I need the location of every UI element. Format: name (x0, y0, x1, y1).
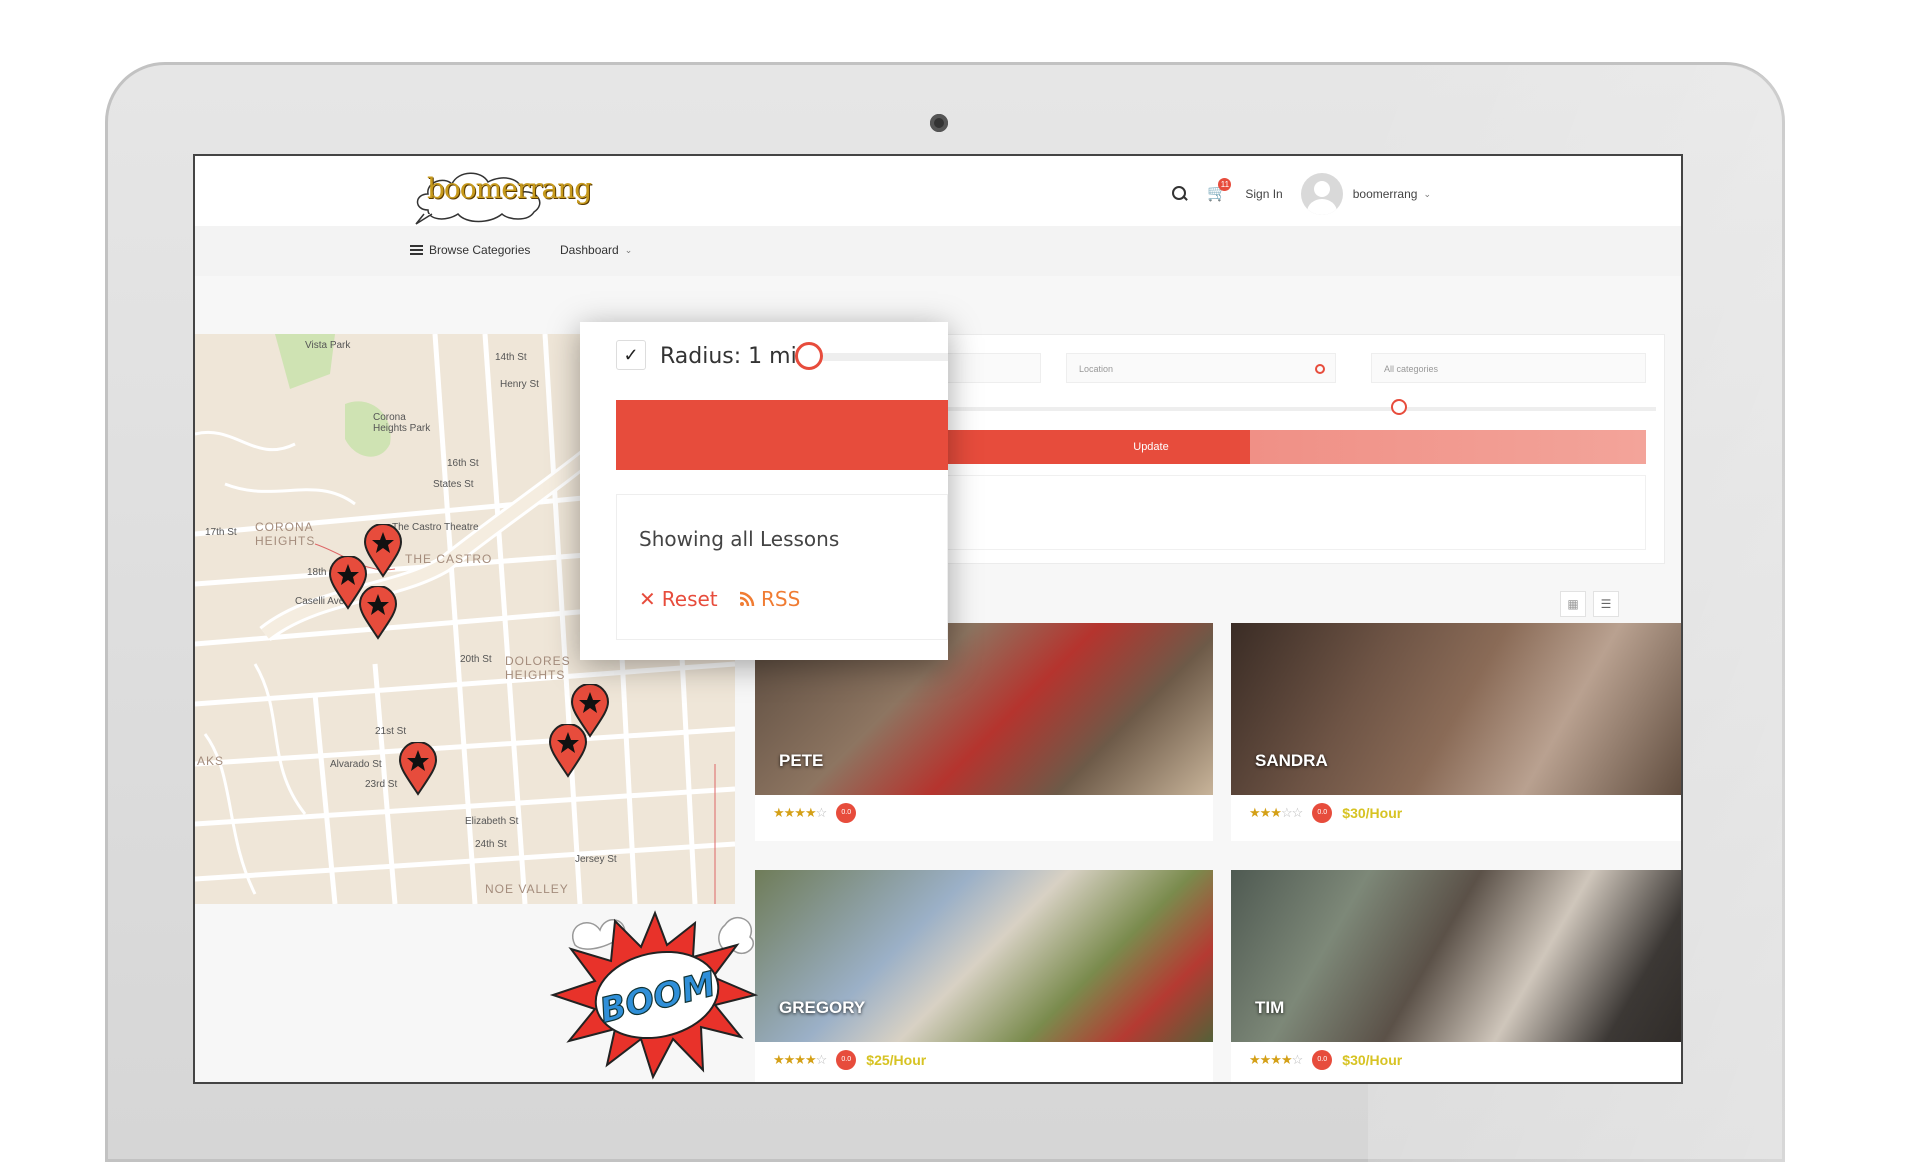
username: boomerrang (1352, 187, 1418, 201)
radius-label: Radius: 1 mi (660, 344, 797, 369)
lesson-meta: ★★★★☆ 0.0 (773, 803, 857, 823)
lesson-meta: ★★★☆☆ 0.0 $30/Hour (1249, 803, 1402, 823)
lesson-card[interactable]: GREGORY ★★★★☆ 0.0 $25/Hour (755, 870, 1213, 1082)
search-icon[interactable] (1171, 185, 1189, 203)
logo-text[interactable]: boomerrang (427, 172, 592, 205)
map-label: 24th St (475, 839, 507, 850)
lesson-meta: ★★★★☆ 0.0 $30/Hour (1249, 1050, 1402, 1070)
locate-icon[interactable] (1315, 364, 1325, 374)
grid-view-icon[interactable]: ▦ (1560, 591, 1586, 617)
popup-slider-track[interactable] (823, 353, 948, 361)
map-area-label: THE CASTRO (405, 552, 493, 566)
map-label: 16th St (447, 458, 479, 469)
map-area-label: NOE VALLEY (485, 882, 569, 896)
radius-checkbox[interactable]: ✓ (616, 340, 646, 370)
nav-bar: Browse Categories Dashboard ⌄ (195, 226, 1681, 276)
boom-sticker: BOOM (549, 910, 759, 1080)
results-info-box: Showing all Lessons ✕ Reset RSS (616, 494, 948, 640)
lesson-card[interactable]: SANDRA ★★★☆☆ 0.0 $30/Hour (1231, 623, 1681, 841)
close-icon: ✕ (639, 587, 656, 611)
map-pin-icon[interactable] (358, 586, 398, 640)
popup-slider-handle[interactable] (795, 342, 823, 370)
star-rating: ★★★★☆ (773, 1052, 827, 1067)
camera (930, 114, 948, 132)
map-label: 23rd St (365, 779, 398, 790)
cart-icon[interactable]: 🛒 11 (1207, 178, 1232, 204)
radius-slider-handle[interactable] (1391, 399, 1407, 415)
hamburger-icon (410, 245, 423, 255)
cart-count-badge: 11 (1218, 178, 1232, 191)
rating-badge: 0.0 (836, 803, 857, 823)
browse-categories-label: Browse Categories (429, 243, 531, 257)
header-actions: 🛒 11 Sign In boomerrang ⌄ (1171, 173, 1431, 215)
chevron-down-icon: ⌄ (1423, 188, 1431, 199)
sign-in-link[interactable]: Sign In (1245, 187, 1282, 201)
map-pin-icon[interactable] (363, 524, 403, 578)
map-label: 17th St (205, 527, 237, 538)
map-label: Henry St (500, 379, 539, 390)
lesson-price: $25/Hour (866, 1052, 927, 1068)
map-label: 21st St (375, 726, 407, 737)
popup-update-button[interactable] (616, 400, 948, 470)
category-placeholder: All categories (1384, 364, 1439, 374)
lesson-price: $30/Hour (1342, 805, 1403, 821)
showing-text: Showing all Lessons (639, 527, 840, 551)
category-select[interactable]: All categories (1371, 353, 1646, 383)
map-label: 20th St (460, 654, 492, 665)
dashboard-label: Dashboard (560, 243, 619, 257)
rating-badge: 0.0 (836, 1050, 857, 1070)
reset-label: Reset (661, 587, 718, 611)
dashboard-menu[interactable]: Dashboard ⌄ (560, 243, 632, 257)
list-view-icon[interactable]: ☰ (1593, 591, 1619, 617)
lesson-photo (1231, 870, 1681, 1042)
user-menu[interactable]: boomerrang ⌄ (1353, 187, 1431, 201)
chevron-down-icon: ⌄ (624, 244, 633, 255)
map-label: Elizabeth St (465, 816, 519, 827)
lesson-card[interactable]: TIM ★★★★☆ 0.0 $30/Hour (1231, 870, 1681, 1082)
rss-icon (739, 591, 755, 607)
rss-link[interactable]: RSS (739, 587, 800, 611)
rss-label: RSS (761, 587, 801, 611)
lesson-name: SANDRA (1255, 751, 1328, 770)
lesson-name: TIM (1255, 998, 1285, 1017)
site-header: boomerrang 🛒 11 Sign In boomerrang ⌄ (195, 156, 1681, 226)
map-label: Jersey St (575, 854, 617, 865)
map-area-label: CORONA HEIGHTS (255, 520, 316, 548)
map-label: The Castro Theatre (392, 522, 479, 533)
star-rating: ★★★★☆ (773, 805, 827, 820)
rating-badge: 0.0 (1312, 803, 1333, 823)
star-rating: ★★★☆☆ (1249, 805, 1303, 820)
map-pin-icon[interactable] (398, 742, 438, 796)
map-label: Alvarado St (330, 759, 382, 770)
map-area-label: DOLORES HEIGHTS (505, 654, 571, 682)
map-area-label: AKS (197, 754, 225, 768)
avatar[interactable] (1300, 173, 1343, 215)
map-pin-icon[interactable] (548, 724, 588, 778)
screen: boomerrang 🛒 11 Sign In boomerrang ⌄ Brow… (193, 154, 1683, 1084)
radius-popup: ✓ Radius: 1 mi Showing all Lessons ✕ Res… (580, 322, 948, 660)
location-input[interactable]: Location (1066, 353, 1336, 383)
lesson-meta: ★★★★☆ 0.0 $25/Hour (773, 1050, 926, 1070)
lesson-name: PETE (779, 751, 824, 770)
rating-badge: 0.0 (1312, 1050, 1333, 1070)
map-label: States St (433, 479, 474, 490)
map-label: 14th St (495, 352, 527, 363)
location-placeholder: Location (1079, 364, 1114, 374)
lesson-price: $30/Hour (1342, 1052, 1403, 1068)
reset-link[interactable]: ✕ Reset (639, 587, 718, 611)
map-label: Corona Heights Park (373, 412, 431, 434)
star-rating: ★★★★☆ (1249, 1052, 1303, 1067)
map-label: Vista Park (305, 340, 351, 351)
browse-categories-menu[interactable]: Browse Categories (410, 243, 530, 257)
lesson-name: GREGORY (779, 998, 866, 1017)
